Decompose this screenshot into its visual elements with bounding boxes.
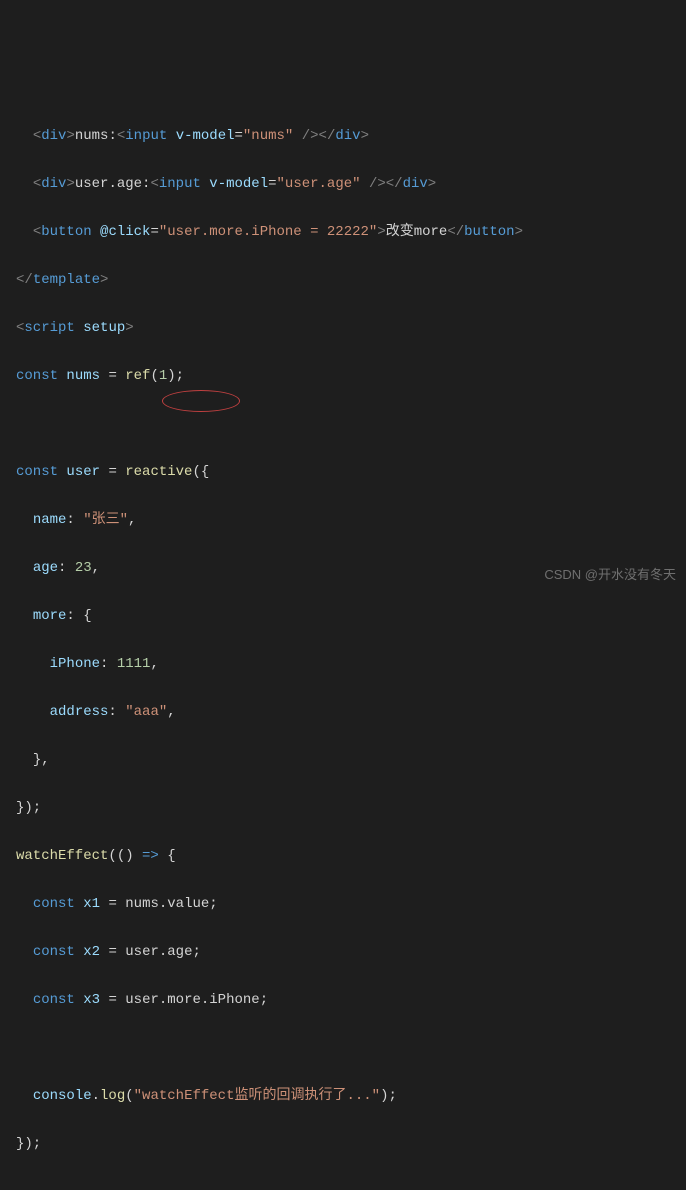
code-line: }); bbox=[16, 796, 686, 820]
code-line: <script setup> bbox=[16, 316, 686, 340]
code-line: const x3 = user.more.iPhone; bbox=[16, 988, 686, 1012]
watermark-text: CSDN @开水没有冬天 bbox=[544, 563, 676, 587]
code-line: more: { bbox=[16, 604, 686, 628]
code-line: }, bbox=[16, 748, 686, 772]
code-line: address: "aaa", bbox=[16, 700, 686, 724]
code-line: }); bbox=[16, 1132, 686, 1156]
code-line: const x1 = nums.value; bbox=[16, 892, 686, 916]
code-line bbox=[16, 1036, 686, 1060]
code-line: <button @click="user.more.iPhone = 22222… bbox=[16, 220, 686, 244]
code-editor[interactable]: <div>nums:<input v-model="nums" /></div>… bbox=[16, 100, 686, 1180]
code-line bbox=[16, 412, 686, 436]
code-line: name: "张三", bbox=[16, 508, 686, 532]
code-line: <div>nums:<input v-model="nums" /></div> bbox=[16, 124, 686, 148]
code-line: console.log("watchEffect监听的回调执行了..."); bbox=[16, 1084, 686, 1108]
code-line: const nums = ref(1); bbox=[16, 364, 686, 388]
code-line: const user = reactive({ bbox=[16, 460, 686, 484]
code-line: </template> bbox=[16, 268, 686, 292]
code-line: const x2 = user.age; bbox=[16, 940, 686, 964]
code-line: <div>user.age:<input v-model="user.age" … bbox=[16, 172, 686, 196]
code-line: iPhone: 1111, bbox=[16, 652, 686, 676]
code-line: watchEffect(() => { bbox=[16, 844, 686, 868]
